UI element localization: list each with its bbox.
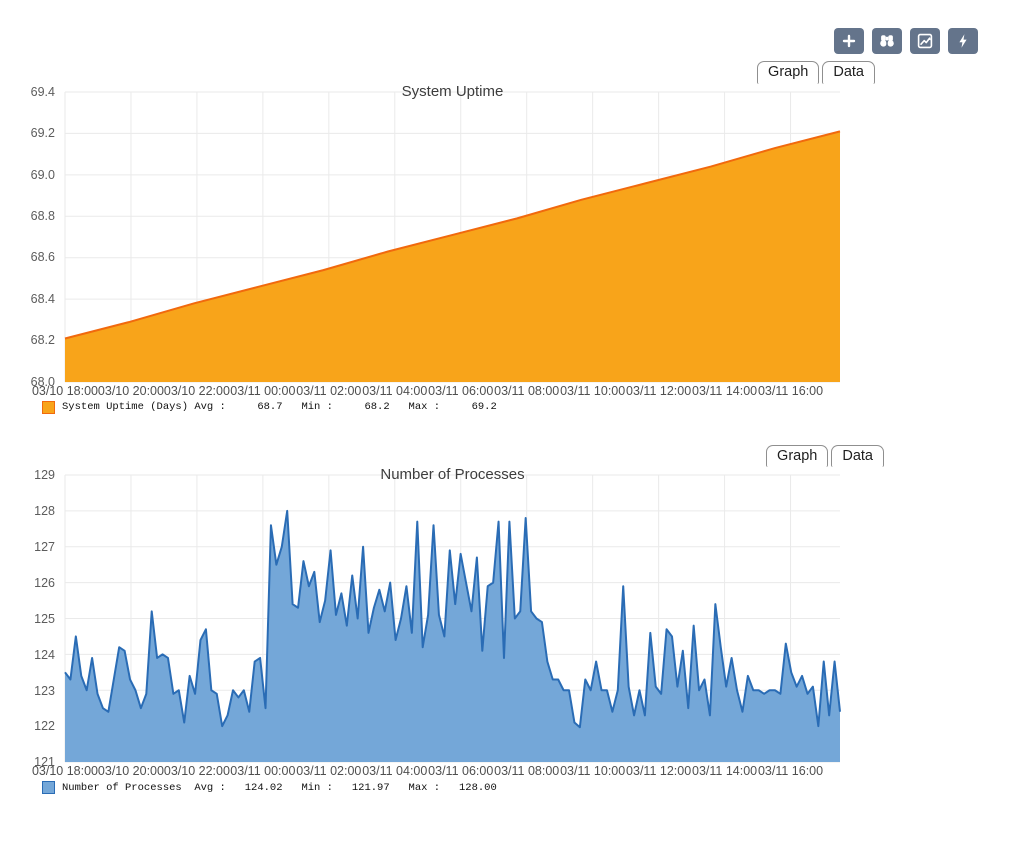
- x-tick-label: 03/11 14:00: [692, 384, 757, 398]
- x-tick-label: 03/11 08:00: [494, 384, 559, 398]
- x-tick-label: 03/11 00:00: [230, 764, 295, 778]
- x-tick-label: 03/11 16:00: [758, 384, 823, 398]
- lightning-icon: [954, 32, 972, 50]
- processes-section: Graph Data 129128127126125124123122121 N…: [0, 445, 1010, 795]
- x-tick-label: 03/10 22:00: [164, 764, 230, 778]
- uptime-x-axis: 03/10 18:0003/10 20:0003/10 22:0003/11 0…: [65, 382, 840, 397]
- chart-line-icon: [916, 32, 934, 50]
- x-tick-label: 03/10 20:00: [98, 384, 164, 398]
- x-tick-label: 03/11 02:00: [296, 764, 361, 778]
- y-tick-label: 68.4: [31, 292, 55, 306]
- x-tick-label: 03/10 22:00: [164, 384, 230, 398]
- graph-view-button[interactable]: [910, 28, 940, 54]
- uptime-chart-block: 69.469.269.068.868.668.468.268.0 System …: [0, 92, 840, 414]
- x-tick-label: 03/11 12:00: [626, 764, 691, 778]
- y-tick-label: 124: [34, 648, 55, 662]
- y-tick-label: 68.6: [31, 250, 55, 264]
- x-tick-label: 03/10 18:00: [32, 764, 98, 778]
- x-tick-label: 03/11 02:00: [296, 384, 361, 398]
- plus-icon: [840, 32, 858, 50]
- x-tick-label: 03/11 16:00: [758, 764, 823, 778]
- y-tick-label: 126: [34, 576, 55, 590]
- add-button[interactable]: [834, 28, 864, 54]
- x-tick-label: 03/11 10:00: [560, 764, 625, 778]
- toolbar: [0, 0, 1010, 54]
- tab-data-uptime[interactable]: Data: [822, 61, 875, 84]
- processes-tabs: Graph Data: [0, 445, 1010, 468]
- uptime-legend-swatch: [42, 401, 55, 414]
- processes-plot-area: Number of Processes: [65, 475, 840, 762]
- x-tick-label: 03/11 14:00: [692, 764, 757, 778]
- y-tick-label: 128: [34, 504, 55, 518]
- tab-graph-uptime[interactable]: Graph: [757, 61, 819, 84]
- y-tick-label: 69.4: [31, 85, 55, 99]
- tab-graph-processes[interactable]: Graph: [766, 445, 828, 468]
- y-tick-label: 69.0: [31, 168, 55, 182]
- uptime-y-axis: 69.469.269.068.868.668.468.268.0: [0, 92, 65, 382]
- processes-y-axis: 129128127126125124123122121: [0, 475, 65, 762]
- x-tick-label: 03/11 10:00: [560, 384, 625, 398]
- processes-chart-block: 129128127126125124123122121 Number of Pr…: [0, 475, 840, 794]
- processes-chart-title: Number of Processes: [380, 466, 524, 483]
- processes-legend-label: Number of Processes Avg : 124.02 Min : 1…: [62, 782, 497, 794]
- uptime-section: Graph Data 69.469.269.068.868.668.468.26…: [0, 61, 1010, 414]
- y-tick-label: 129: [34, 468, 55, 482]
- x-tick-label: 03/10 20:00: [98, 764, 164, 778]
- x-tick-label: 03/10 18:00: [32, 384, 98, 398]
- x-tick-label: 03/11 06:00: [428, 764, 493, 778]
- uptime-legend: System Uptime (Days) Avg : 68.7 Min : 68…: [42, 401, 840, 414]
- y-tick-label: 68.2: [31, 333, 55, 347]
- binoculars-icon: [878, 32, 896, 50]
- y-tick-label: 127: [34, 540, 55, 554]
- uptime-plot-area: System Uptime: [65, 92, 840, 382]
- y-tick-label: 69.2: [31, 126, 55, 140]
- search-button[interactable]: [872, 28, 902, 54]
- y-tick-label: 122: [34, 719, 55, 733]
- x-tick-label: 03/11 04:00: [362, 764, 427, 778]
- processes-legend: Number of Processes Avg : 124.02 Min : 1…: [42, 781, 840, 794]
- x-tick-label: 03/11 04:00: [362, 384, 427, 398]
- x-tick-label: 03/11 00:00: [230, 384, 295, 398]
- x-tick-label: 03/11 08:00: [494, 764, 559, 778]
- processes-x-axis: 03/10 18:0003/10 20:0003/10 22:0003/11 0…: [65, 762, 840, 777]
- quick-actions-button[interactable]: [948, 28, 978, 54]
- uptime-legend-label: System Uptime (Days) Avg : 68.7 Min : 68…: [62, 401, 497, 413]
- uptime-chart-title: System Uptime: [402, 83, 504, 100]
- y-tick-label: 125: [34, 612, 55, 626]
- processes-chart-canvas: [65, 475, 840, 762]
- x-tick-label: 03/11 12:00: [626, 384, 691, 398]
- processes-legend-swatch: [42, 781, 55, 794]
- x-tick-label: 03/11 06:00: [428, 384, 493, 398]
- uptime-chart-canvas: [65, 92, 840, 382]
- y-tick-label: 68.8: [31, 209, 55, 223]
- uptime-tabs: Graph Data: [0, 61, 1010, 84]
- tab-data-processes[interactable]: Data: [831, 445, 884, 468]
- y-tick-label: 123: [34, 684, 55, 698]
